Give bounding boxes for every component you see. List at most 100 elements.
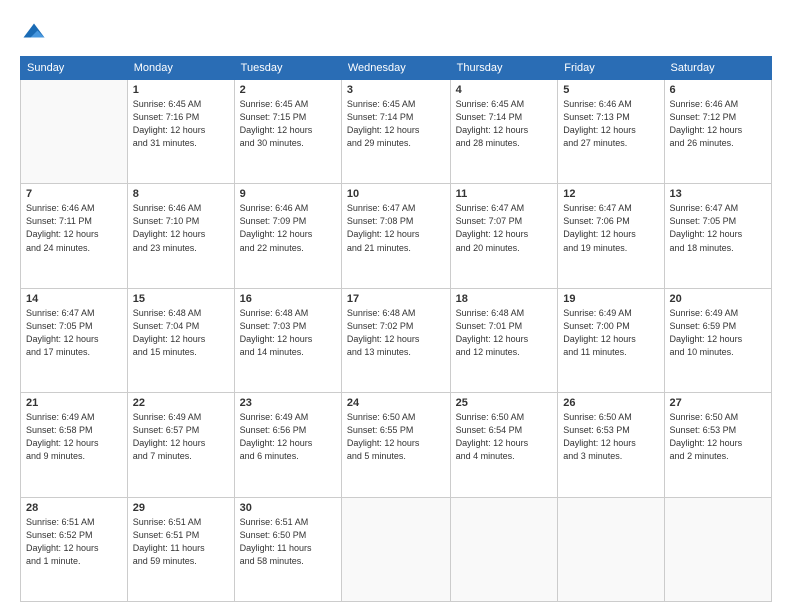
calendar-cell: 2Sunrise: 6:45 AM Sunset: 7:15 PM Daylig… — [234, 80, 341, 184]
day-number: 3 — [347, 84, 445, 96]
week-row-4: 28 Sunrise: 6:51 AM Sunset: 6:52 PM Dayli… — [21, 497, 772, 601]
day-number: 7 — [26, 188, 122, 200]
day-detail: Sunrise: 6:49 AM Sunset: 6:59 PM Dayligh… — [670, 307, 766, 359]
calendar-cell — [341, 497, 450, 601]
day-number: 16 — [240, 293, 336, 305]
day-number: 24 — [347, 397, 445, 409]
day-number: 28 — [26, 502, 122, 514]
day-number: 21 — [26, 397, 122, 409]
day-detail: Sunrise: 6:49 AM Sunset: 6:58 PM Dayligh… — [26, 411, 122, 463]
day-number: 19 — [563, 293, 658, 305]
day-number: 18 — [456, 293, 553, 305]
day-detail: Sunrise: 6:46 AM Sunset: 7:12 PM Dayligh… — [670, 98, 766, 150]
day-number: 27 — [670, 397, 766, 409]
weekday-header-monday: Monday — [127, 57, 234, 80]
calendar-cell: 30 Sunrise: 6:51 AM Sunset: 6:50 PM Dayli… — [234, 497, 341, 601]
calendar-cell: 8 Sunrise: 6:46 AM Sunset: 7:10 PM Daylig… — [127, 184, 234, 288]
calendar-cell: 19 Sunrise: 6:49 AM Sunset: 7:00 PM Dayli… — [558, 288, 664, 392]
weekday-header-tuesday: Tuesday — [234, 57, 341, 80]
calendar-cell: 18 Sunrise: 6:48 AM Sunset: 7:01 PM Dayli… — [450, 288, 558, 392]
weekday-header-friday: Friday — [558, 57, 664, 80]
calendar-cell: 26 Sunrise: 6:50 AM Sunset: 6:53 PM Dayli… — [558, 393, 664, 497]
day-number: 1 — [133, 84, 229, 96]
day-number: 5 — [563, 84, 658, 96]
calendar-cell: 24 Sunrise: 6:50 AM Sunset: 6:55 PM Dayli… — [341, 393, 450, 497]
day-number: 25 — [456, 397, 553, 409]
day-number: 30 — [240, 502, 336, 514]
day-detail: Sunrise: 6:45 AM Sunset: 7:16 PM Dayligh… — [133, 98, 229, 150]
calendar-cell — [558, 497, 664, 601]
day-detail: Sunrise: 6:50 AM Sunset: 6:55 PM Dayligh… — [347, 411, 445, 463]
calendar-cell: 29Sunrise: 6:51 AM Sunset: 6:51 PM Dayli… — [127, 497, 234, 601]
day-detail: Sunrise: 6:47 AM Sunset: 7:07 PM Dayligh… — [456, 202, 553, 254]
calendar-cell — [664, 497, 771, 601]
day-detail: Sunrise: 6:50 AM Sunset: 6:53 PM Dayligh… — [563, 411, 658, 463]
calendar-cell — [21, 80, 128, 184]
weekday-header-row: SundayMondayTuesdayWednesdayThursdayFrid… — [21, 57, 772, 80]
day-number: 8 — [133, 188, 229, 200]
day-detail: Sunrise: 6:46 AM Sunset: 7:11 PM Dayligh… — [26, 202, 122, 254]
calendar-cell: 7 Sunrise: 6:46 AM Sunset: 7:11 PM Daylig… — [21, 184, 128, 288]
calendar-cell: 1 Sunrise: 6:45 AM Sunset: 7:16 PM Daylig… — [127, 80, 234, 184]
day-detail: Sunrise: 6:49 AM Sunset: 6:57 PM Dayligh… — [133, 411, 229, 463]
calendar-cell: 22 Sunrise: 6:49 AM Sunset: 6:57 PM Dayli… — [127, 393, 234, 497]
day-number: 20 — [670, 293, 766, 305]
day-number: 6 — [670, 84, 766, 96]
day-detail: Sunrise: 6:46 AM Sunset: 7:10 PM Dayligh… — [133, 202, 229, 254]
day-detail: Sunrise: 6:45 AM Sunset: 7:14 PM Dayligh… — [456, 98, 553, 150]
calendar-cell: 27 Sunrise: 6:50 AM Sunset: 6:53 PM Dayli… — [664, 393, 771, 497]
day-number: 29 — [133, 502, 229, 514]
day-detail: Sunrise: 6:47 AM Sunset: 7:06 PM Dayligh… — [563, 202, 658, 254]
week-row-3: 21 Sunrise: 6:49 AM Sunset: 6:58 PM Dayli… — [21, 393, 772, 497]
day-detail: Sunrise: 6:51 AM Sunset: 6:52 PM Dayligh… — [26, 516, 122, 568]
calendar-cell: 28 Sunrise: 6:51 AM Sunset: 6:52 PM Dayli… — [21, 497, 128, 601]
calendar-cell: 20 Sunrise: 6:49 AM Sunset: 6:59 PM Dayli… — [664, 288, 771, 392]
day-number: 10 — [347, 188, 445, 200]
day-detail: Sunrise: 6:49 AM Sunset: 7:00 PM Dayligh… — [563, 307, 658, 359]
day-number: 22 — [133, 397, 229, 409]
weekday-header-saturday: Saturday — [664, 57, 771, 80]
week-row-1: 7 Sunrise: 6:46 AM Sunset: 7:11 PM Daylig… — [21, 184, 772, 288]
day-number: 2 — [240, 84, 336, 96]
day-detail: Sunrise: 6:48 AM Sunset: 7:01 PM Dayligh… — [456, 307, 553, 359]
day-detail: Sunrise: 6:47 AM Sunset: 7:05 PM Dayligh… — [670, 202, 766, 254]
weekday-header-sunday: Sunday — [21, 57, 128, 80]
calendar-cell: 25 Sunrise: 6:50 AM Sunset: 6:54 PM Dayli… — [450, 393, 558, 497]
day-detail: Sunrise: 6:45 AM Sunset: 7:14 PM Dayligh… — [347, 98, 445, 150]
calendar-cell: 12Sunrise: 6:47 AM Sunset: 7:06 PM Dayli… — [558, 184, 664, 288]
calendar-cell: 15 Sunrise: 6:48 AM Sunset: 7:04 PM Dayli… — [127, 288, 234, 392]
day-detail: Sunrise: 6:49 AM Sunset: 6:56 PM Dayligh… — [240, 411, 336, 463]
day-detail: Sunrise: 6:48 AM Sunset: 7:03 PM Dayligh… — [240, 307, 336, 359]
day-number: 13 — [670, 188, 766, 200]
calendar-cell: 14Sunrise: 6:47 AM Sunset: 7:05 PM Dayli… — [21, 288, 128, 392]
calendar-cell: 10 Sunrise: 6:47 AM Sunset: 7:08 PM Dayli… — [341, 184, 450, 288]
weekday-header-thursday: Thursday — [450, 57, 558, 80]
day-detail: Sunrise: 6:47 AM Sunset: 7:08 PM Dayligh… — [347, 202, 445, 254]
calendar-cell: 6 Sunrise: 6:46 AM Sunset: 7:12 PM Daylig… — [664, 80, 771, 184]
day-detail: Sunrise: 6:48 AM Sunset: 7:02 PM Dayligh… — [347, 307, 445, 359]
day-number: 17 — [347, 293, 445, 305]
day-number: 9 — [240, 188, 336, 200]
day-detail: Sunrise: 6:46 AM Sunset: 7:13 PM Dayligh… — [563, 98, 658, 150]
page: SundayMondayTuesdayWednesdayThursdayFrid… — [0, 0, 792, 612]
calendar-cell: 11 Sunrise: 6:47 AM Sunset: 7:07 PM Dayli… — [450, 184, 558, 288]
day-detail: Sunrise: 6:50 AM Sunset: 6:53 PM Dayligh… — [670, 411, 766, 463]
day-detail: Sunrise: 6:46 AM Sunset: 7:09 PM Dayligh… — [240, 202, 336, 254]
calendar-cell: 4Sunrise: 6:45 AM Sunset: 7:14 PM Daylig… — [450, 80, 558, 184]
logo-icon — [20, 20, 48, 48]
calendar-cell: 13 Sunrise: 6:47 AM Sunset: 7:05 PM Dayli… — [664, 184, 771, 288]
calendar-table: SundayMondayTuesdayWednesdayThursdayFrid… — [20, 56, 772, 602]
day-number: 23 — [240, 397, 336, 409]
week-row-0: 1 Sunrise: 6:45 AM Sunset: 7:16 PM Daylig… — [21, 80, 772, 184]
day-number: 11 — [456, 188, 553, 200]
day-detail: Sunrise: 6:48 AM Sunset: 7:04 PM Dayligh… — [133, 307, 229, 359]
day-detail: Sunrise: 6:47 AM Sunset: 7:05 PM Dayligh… — [26, 307, 122, 359]
calendar-cell: 3 Sunrise: 6:45 AM Sunset: 7:14 PM Daylig… — [341, 80, 450, 184]
calendar-cell: 17 Sunrise: 6:48 AM Sunset: 7:02 PM Dayli… — [341, 288, 450, 392]
day-detail: Sunrise: 6:50 AM Sunset: 6:54 PM Dayligh… — [456, 411, 553, 463]
calendar-cell — [450, 497, 558, 601]
logo — [20, 20, 52, 48]
day-detail: Sunrise: 6:51 AM Sunset: 6:50 PM Dayligh… — [240, 516, 336, 568]
day-number: 15 — [133, 293, 229, 305]
day-number: 26 — [563, 397, 658, 409]
